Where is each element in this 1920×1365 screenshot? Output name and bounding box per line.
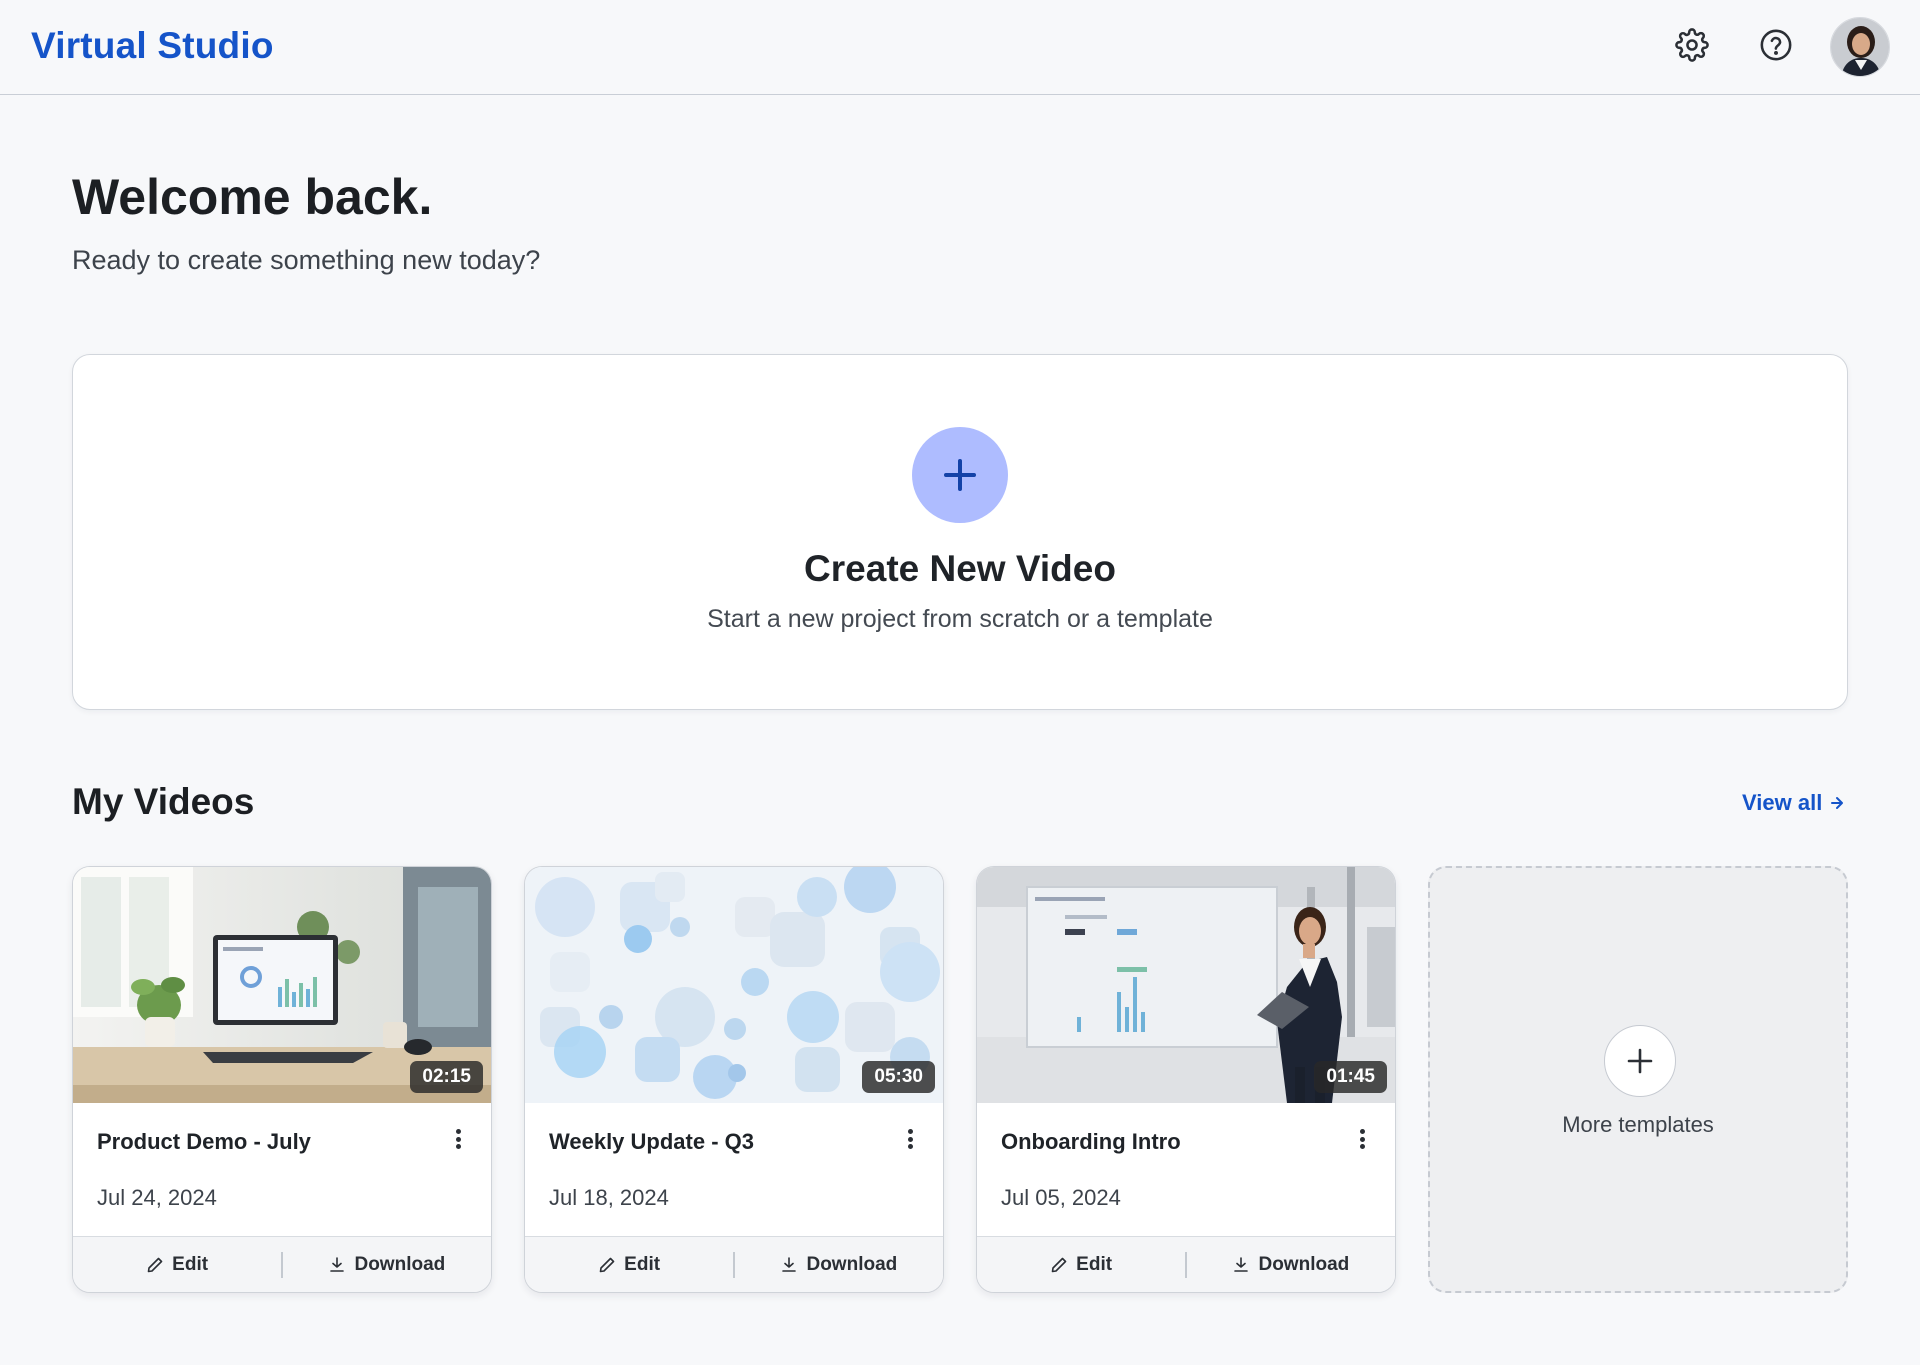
video-thumbnail[interactable]: 01:45	[977, 867, 1395, 1103]
help-button[interactable]	[1756, 25, 1796, 65]
arrow-right-icon	[1831, 797, 1844, 809]
section-title: My Videos	[72, 781, 255, 822]
download-label: Download	[354, 1253, 446, 1275]
video-thumbnail[interactable]: 05:30	[525, 867, 943, 1103]
view-all-label: View all	[1742, 790, 1823, 815]
pencil-icon	[147, 1257, 163, 1272]
download-icon	[1234, 1256, 1249, 1272]
video-card[interactable]: 01:45 Onboarding Intro Jul 05, 2024 Edit…	[976, 866, 1396, 1293]
more-options-icon[interactable]	[451, 1126, 465, 1152]
video-title[interactable]: Onboarding Intro	[1001, 1129, 1181, 1155]
create-subtitle: Start a new project from scratch or a te…	[707, 605, 1213, 633]
pencil-icon	[599, 1257, 615, 1272]
create-plus-button[interactable]	[912, 427, 1008, 523]
more-templates-label: More templates	[1562, 1112, 1714, 1137]
video-date: Jul 24, 2024	[97, 1185, 217, 1210]
edit-label: Edit	[172, 1253, 209, 1275]
video-actions: Edit Download	[977, 1236, 1395, 1292]
download-icon	[782, 1256, 797, 1272]
plus-icon	[944, 459, 976, 491]
video-date: Jul 18, 2024	[549, 1185, 669, 1210]
video-duration: 05:30	[862, 1061, 935, 1093]
plus-icon	[1627, 1048, 1653, 1074]
download-button[interactable]: Download	[283, 1237, 491, 1292]
video-duration: 02:15	[410, 1061, 483, 1093]
download-label: Download	[1258, 1253, 1350, 1275]
more-templates-card[interactable]: More templates	[1428, 866, 1848, 1293]
download-button[interactable]: Download	[735, 1237, 943, 1292]
pencil-icon	[1051, 1257, 1067, 1272]
more-templates-button[interactable]	[1604, 1025, 1676, 1097]
edit-button[interactable]: Edit	[73, 1237, 281, 1292]
edit-label: Edit	[1076, 1253, 1113, 1275]
video-card[interactable]: 05:30 Weekly Update - Q3 Jul 18, 2024 Ed…	[524, 866, 944, 1293]
create-title: Create New Video	[804, 548, 1116, 589]
settings-button[interactable]	[1672, 25, 1712, 65]
question-circle-icon	[1760, 29, 1792, 61]
video-title[interactable]: Product Demo - July	[97, 1129, 311, 1155]
download-label: Download	[806, 1253, 898, 1275]
video-date: Jul 05, 2024	[1001, 1185, 1121, 1210]
video-title[interactable]: Weekly Update - Q3	[549, 1129, 754, 1155]
gear-icon	[1675, 28, 1709, 62]
edit-button[interactable]: Edit	[525, 1237, 733, 1292]
more-options-icon[interactable]	[1355, 1126, 1369, 1152]
download-icon	[330, 1256, 345, 1272]
more-options-icon[interactable]	[903, 1126, 917, 1152]
video-duration: 01:45	[1314, 1061, 1387, 1093]
edit-label: Edit	[624, 1253, 661, 1275]
top-bar: Virtual Studio	[0, 0, 1920, 95]
view-all-link[interactable]: View all	[1742, 790, 1846, 816]
create-new-video-card[interactable]: Create New Video Start a new project fro…	[72, 354, 1848, 710]
video-actions: Edit Download	[73, 1236, 491, 1292]
video-thumbnail[interactable]: 02:15	[73, 867, 491, 1103]
download-button[interactable]: Download	[1187, 1237, 1395, 1292]
video-card[interactable]: 02:15 Product Demo - July Jul 24, 2024 E…	[72, 866, 492, 1293]
app-logo[interactable]: Virtual Studio	[31, 25, 274, 67]
page-subtitle: Ready to create something new today?	[72, 245, 541, 275]
edit-button[interactable]: Edit	[977, 1237, 1185, 1292]
user-avatar[interactable]	[1830, 17, 1890, 77]
video-actions: Edit Download	[525, 1236, 943, 1292]
page-title: Welcome back.	[72, 169, 433, 225]
